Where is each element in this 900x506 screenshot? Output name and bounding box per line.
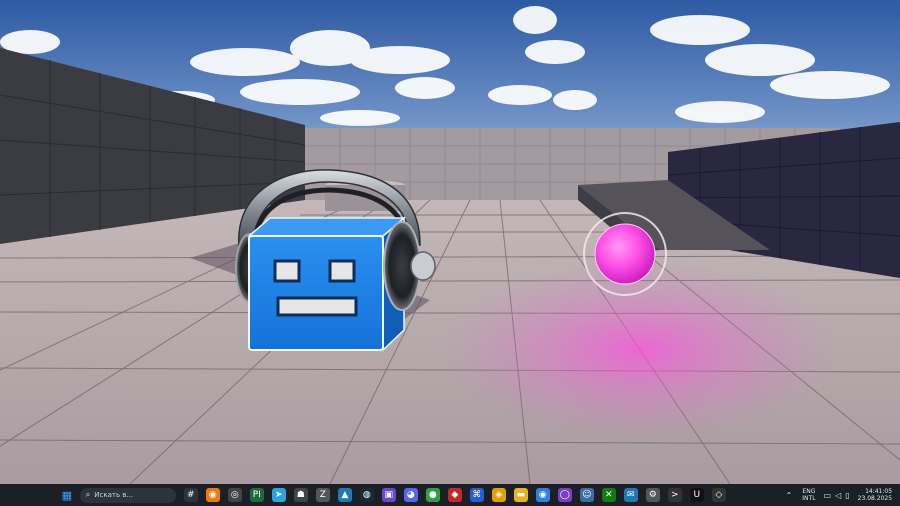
monitor-icon[interactable]: ▭: [824, 491, 832, 500]
clock[interactable]: 14:41:05 23.08.2025: [858, 488, 892, 502]
mail-icon[interactable]: ✉: [623, 488, 638, 502]
search-placeholder: Искать в...: [94, 491, 134, 499]
chrome-icon[interactable]: ◉: [535, 488, 550, 502]
orb-floor-glow: [440, 260, 840, 440]
red-app-icon[interactable]: ◆: [447, 488, 462, 502]
windows-start-icon[interactable]: ▦: [60, 488, 74, 502]
blender-icon[interactable]: ◉: [205, 488, 220, 502]
cube-mouth: [276, 296, 358, 317]
search-icon: ⌕: [85, 490, 91, 499]
settings-app-icon[interactable]: ⚙: [645, 488, 660, 502]
hashtag-app-icon[interactable]: #: [183, 488, 198, 502]
pycharm-icon[interactable]: PI: [249, 488, 264, 502]
xbox-icon[interactable]: ✕: [601, 488, 616, 502]
steam-icon[interactable]: ◍: [359, 488, 374, 502]
language-indicator[interactable]: ENG INTL: [802, 488, 815, 502]
windows-taskbar: ▦ ⌕ Искать в... # ◉ ◎ PI ➤ ☗ Z ▲ ◍ ▣ ◕ ● ◆ ⌘ ◈ ▬ ◉ ◯ ☺ ✕ ✉ ⚙ >…: [0, 484, 900, 506]
folder-icon[interactable]: ▬: [513, 488, 528, 502]
unreal-icon[interactable]: U: [689, 488, 704, 502]
telegram-icon[interactable]: ➤: [271, 488, 286, 502]
chevron-up-icon[interactable]: ⌃: [786, 491, 793, 500]
user-app-icon[interactable]: ☺: [579, 488, 594, 502]
volume-icon[interactable]: ◁: [835, 491, 841, 500]
cube-front: [248, 235, 384, 351]
battery-icon[interactable]: ▯: [845, 491, 849, 500]
unity-icon[interactable]: ◇: [711, 488, 726, 502]
eye-app-icon[interactable]: ◎: [227, 488, 242, 502]
shield-app-icon[interactable]: ◈: [491, 488, 506, 502]
search-input[interactable]: ⌕ Искать в...: [79, 487, 176, 503]
github-icon[interactable]: ◯: [557, 488, 572, 502]
game-viewport[interactable]: [0, 0, 900, 484]
discord-icon[interactable]: ◕: [403, 488, 418, 502]
image-editor-icon[interactable]: ▲: [337, 488, 352, 502]
code-app-icon[interactable]: ⌘: [469, 488, 484, 502]
cube-right-eye: [328, 259, 356, 283]
game-app-icon[interactable]: ☗: [293, 488, 308, 502]
pink-orb: [594, 223, 656, 285]
zbrush-icon[interactable]: Z: [315, 488, 330, 502]
photo-app-icon[interactable]: ▣: [381, 488, 396, 502]
cube-left-eye: [273, 259, 301, 283]
cube-top: [246, 217, 407, 237]
terminal-icon[interactable]: >: [667, 488, 682, 502]
pinned-apps: # ◉ ◎ PI ➤ ☗ Z ▲ ◍ ▣ ◕ ● ◆ ⌘ ◈ ▬ ◉ ◯ ☺ ✕ ✉ ⚙ > U ◇: [180, 488, 730, 502]
chat-app-icon[interactable]: ●: [425, 488, 440, 502]
system-tray: ⌃ ENG INTL ▭ ◁ ▯ 14:41:05 23.08.2025: [786, 488, 900, 502]
